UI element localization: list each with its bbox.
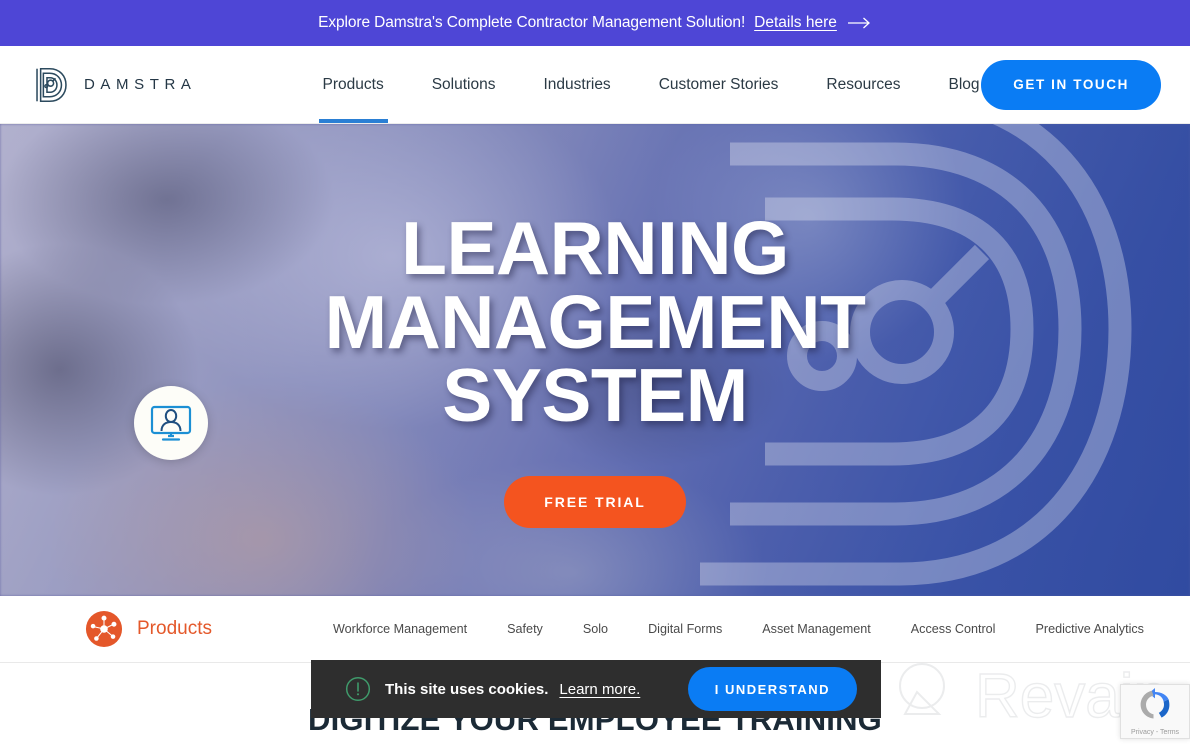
hero-title-line-2: SYSTEM — [442, 353, 748, 437]
subnav-item-digital-forms[interactable]: Digital Forms — [628, 622, 742, 636]
hero-title-line-1: LEARNING MANAGEMENT — [324, 206, 866, 364]
subnav-brand[interactable]: Products — [85, 610, 212, 648]
promo-banner: Explore Damstra's Complete Contractor Ma… — [0, 0, 1190, 46]
alert-circle-icon — [345, 676, 371, 702]
brand-logo[interactable]: DAMSTRA — [33, 66, 197, 104]
promo-banner-text: Explore Damstra's Complete Contractor Ma… — [318, 14, 746, 31]
elearning-monitor-person-icon — [134, 386, 208, 460]
nav-item-label: Blog — [948, 75, 980, 93]
nav-item-label: Industries — [543, 75, 611, 93]
nav-item-customer-stories[interactable]: Customer Stories — [635, 46, 803, 123]
subnav-item-asset-management[interactable]: Asset Management — [742, 622, 891, 636]
arrow-right-icon — [847, 17, 872, 29]
nav-item-products[interactable]: Products — [299, 46, 408, 123]
primary-nav: Products Solutions Industries Customer S… — [299, 46, 1004, 123]
promo-banner-link[interactable]: Details here — [754, 14, 837, 32]
recaptcha-badge[interactable]: Privacy - Terms — [1120, 684, 1190, 739]
get-in-touch-button[interactable]: GET IN TOUCH — [981, 59, 1161, 110]
nav-item-label: Customer Stories — [658, 75, 779, 93]
nav-item-label: Products — [322, 75, 384, 93]
products-network-icon — [85, 610, 123, 648]
cookie-learn-more-link[interactable]: Learn more. — [559, 681, 640, 698]
nav-item-solutions[interactable]: Solutions — [408, 46, 520, 123]
subnav-label: Products — [137, 618, 212, 639]
nav-item-resources[interactable]: Resources — [802, 46, 924, 123]
subnav-item-solo[interactable]: Solo — [563, 622, 628, 636]
nav-item-industries[interactable]: Industries — [519, 46, 634, 123]
hero-content: LEARNING MANAGEMENT SYSTEM FREE TRIAL — [0, 124, 1190, 596]
hero-section: LEARNING MANAGEMENT SYSTEM FREE TRIAL — [0, 124, 1190, 596]
subnav-links: Workforce Management Safety Solo Digital… — [313, 622, 1164, 636]
recaptcha-logo-icon — [1138, 687, 1172, 727]
brand-name: DAMSTRA — [84, 76, 197, 93]
cookie-message: This site uses cookies. — [385, 680, 549, 698]
free-trial-button[interactable]: FREE TRIAL — [504, 475, 686, 528]
recaptcha-terms-label: Privacy - Terms — [1130, 728, 1180, 736]
hero-title: LEARNING MANAGEMENT SYSTEM — [215, 211, 975, 433]
products-subnav: Products Workforce Management Safety Sol… — [0, 596, 1190, 663]
nav-item-label: Solutions — [431, 75, 496, 93]
main-navbar: DAMSTRA Products Solutions Industries Cu… — [0, 46, 1190, 124]
cookie-banner: This site uses cookies. Learn more. I UN… — [311, 660, 881, 718]
subnav-item-safety[interactable]: Safety — [487, 622, 563, 636]
nav-item-label: Resources — [826, 75, 901, 93]
damstra-d-logo-icon — [33, 66, 70, 104]
subnav-item-workforce-management[interactable]: Workforce Management — [313, 622, 487, 636]
subnav-item-predictive-analytics[interactable]: Predictive Analytics — [1015, 622, 1164, 636]
subnav-item-access-control[interactable]: Access Control — [891, 622, 1016, 636]
cookie-accept-button[interactable]: I UNDERSTAND — [687, 667, 857, 711]
